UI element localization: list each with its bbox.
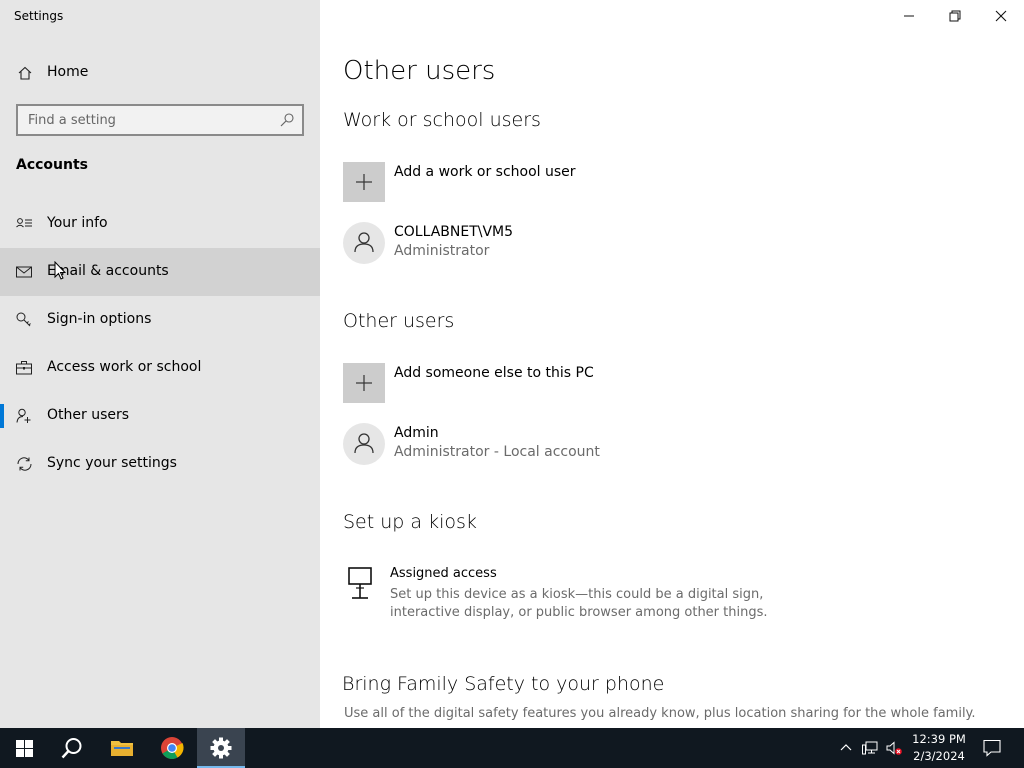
windows-logo-icon [15,739,33,757]
user-icon [354,232,374,253]
sidebar-item-your-info[interactable]: Your info [0,200,320,248]
mouse-cursor-icon [54,261,66,280]
search-icon [61,738,82,759]
briefcase-icon [16,361,32,375]
other-users-heading: Other users [343,310,455,332]
kiosk-heading: Set up a kiosk [343,511,477,533]
sidebar-item-sync-settings[interactable]: Sync your settings [0,440,320,488]
add-someone-label[interactable]: Add someone else to this PC [394,365,594,381]
volume-muted-icon[interactable] [886,740,902,756]
mail-icon [16,266,32,278]
avatar[interactable] [343,222,385,264]
search-box[interactable] [16,104,304,136]
notifications-icon[interactable] [983,739,1001,757]
settings-taskbar-button[interactable] [197,728,245,768]
nav-home-label: Home [47,64,89,80]
sidebar-item-label: Your info [47,215,108,231]
assigned-access-link[interactable]: Assigned access [390,566,497,581]
minimize-button[interactable] [886,0,932,32]
selected-indicator [0,404,4,428]
close-button[interactable] [978,0,1024,32]
kiosk-description: Set up this device as a kiosk—this could… [390,587,768,620]
family-safety-heading: Bring Family Safety to your phone [342,673,665,695]
network-icon[interactable] [862,740,878,756]
key-icon [16,312,31,327]
sidebar-item-label: Other users [47,407,130,423]
clock-date: 2/3/2024 [913,749,965,763]
avatar[interactable] [343,423,385,465]
add-work-user-label[interactable]: Add a work or school user [394,164,576,180]
family-safety-description: Use all of the digital safety features y… [344,706,976,721]
add-person-icon [16,408,31,423]
start-button[interactable] [0,728,48,768]
clock-time: 12:39 PM [912,732,966,746]
home-icon [18,66,32,80]
chevron-up-icon[interactable] [838,740,854,756]
search-icon[interactable] [279,112,295,128]
work-user-name[interactable]: COLLABNET\VM5 [394,224,513,240]
other-user-name[interactable]: Admin [394,425,439,441]
page-title: Other users [343,56,496,86]
your-info-icon [16,218,32,228]
file-explorer-button[interactable] [98,728,146,768]
minimize-icon [904,15,914,17]
other-user-role: Administrator - Local account [394,444,600,460]
plus-icon [356,174,372,190]
nav-home[interactable]: Home [0,56,320,90]
gear-icon [210,737,232,759]
clock[interactable]: 12:39 PM 2/3/2024 [906,731,972,765]
kiosk-icon[interactable] [347,566,375,600]
sidebar-item-label: Sign-in options [47,311,152,327]
search-input[interactable] [18,106,274,134]
sidebar-item-access-work-or-school[interactable]: Access work or school [0,344,320,392]
restore-button[interactable] [932,0,978,32]
sidebar-item-label: Access work or school [47,359,202,375]
sidebar-item-email-accounts[interactable]: Email & accounts [0,248,320,296]
sidebar-item-other-users[interactable]: Other users [0,392,320,440]
restore-icon [949,10,961,22]
close-icon [995,10,1007,22]
add-someone-button[interactable] [343,363,385,403]
add-work-user-button[interactable] [343,162,385,202]
work-user-role: Administrator [394,243,490,259]
search-taskbar-button[interactable] [48,728,96,768]
sync-icon [17,457,32,471]
plus-icon [356,375,372,391]
sidebar-item-label: Sync your settings [47,455,177,471]
sidebar-item-sign-in-options[interactable]: Sign-in options [0,296,320,344]
taskbar: 12:39 PM 2/3/2024 [0,728,1024,768]
main-content: Other users Work or school users Add a w… [320,0,1024,728]
chrome-icon [161,737,184,759]
section-title: Accounts [16,157,89,173]
folder-icon [111,741,133,756]
user-icon [354,433,374,454]
sidebar: Settings Home Accounts Your info Email &… [0,0,320,728]
work-users-heading: Work or school users [343,109,541,131]
app-title: Settings [14,9,64,23]
chrome-button[interactable] [148,728,196,768]
